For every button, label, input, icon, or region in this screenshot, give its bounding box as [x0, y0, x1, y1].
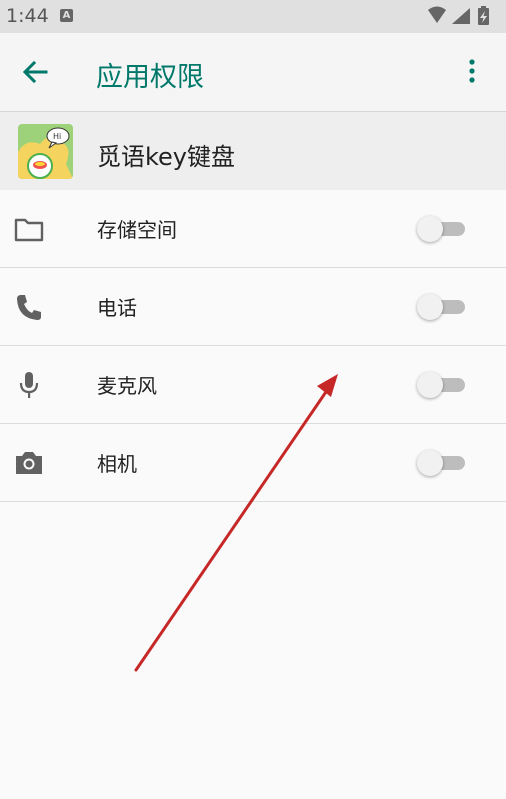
camera-toggle[interactable]: [417, 450, 467, 476]
permission-row-microphone[interactable]: 麦克风: [0, 346, 506, 424]
camera-icon: [16, 452, 42, 474]
status-icons: [426, 6, 496, 26]
battery-charging-icon: [478, 6, 489, 25]
mic-icon: [19, 372, 39, 398]
wifi-icon: [428, 6, 446, 23]
app-header: Hi 觅语key键盘: [0, 112, 506, 190]
permission-row-camera[interactable]: 相机: [0, 424, 506, 502]
status-time: 1:44: [6, 5, 49, 27]
permission-label: 电话: [97, 296, 137, 320]
app-bar: 应用权限: [0, 33, 506, 112]
phone-icon: [17, 295, 41, 320]
storage-toggle[interactable]: [417, 216, 467, 242]
permission-list: 存储空间 电话 麦克风 相机: [0, 190, 506, 502]
notification-icon: A: [60, 9, 73, 22]
permission-label: 相机: [97, 452, 137, 476]
permission-label: 麦克风: [97, 374, 157, 398]
icon-badge-text: Hi: [53, 132, 61, 141]
folder-icon: [14, 218, 44, 242]
back-button[interactable]: [20, 57, 50, 87]
app-icon: Hi: [18, 124, 73, 179]
permission-row-storage[interactable]: 存储空间: [0, 190, 506, 268]
arrow-back-icon: [22, 60, 48, 84]
microphone-toggle[interactable]: [417, 372, 467, 398]
more-options-button[interactable]: [460, 57, 484, 87]
app-name: 觅语key键盘: [97, 143, 236, 171]
phone-toggle[interactable]: [417, 294, 467, 320]
permission-label: 存储空间: [97, 218, 177, 242]
permission-row-phone[interactable]: 电话: [0, 268, 506, 346]
page-title: 应用权限: [96, 62, 204, 93]
status-bar: 1:44 A: [0, 0, 506, 33]
more-vert-icon: [469, 59, 475, 83]
signal-icon: [452, 8, 470, 24]
